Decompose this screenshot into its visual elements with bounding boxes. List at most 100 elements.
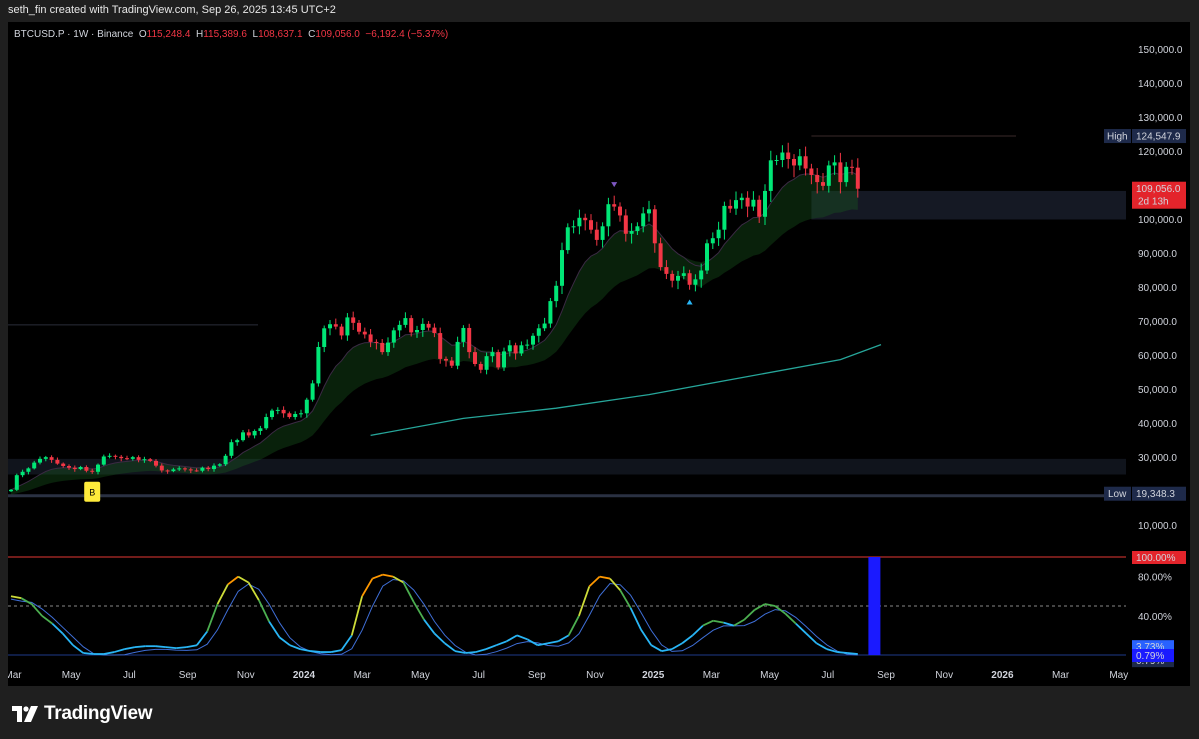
candle-body xyxy=(310,383,315,400)
time-tick-label: Mar xyxy=(354,670,372,681)
candle-body xyxy=(357,322,361,332)
candle-body xyxy=(606,204,611,227)
candle-body xyxy=(432,327,437,334)
price-tick-label: 30,000.0 xyxy=(1138,453,1177,464)
candle-body xyxy=(43,457,48,459)
price-tick-label: 150,000.0 xyxy=(1138,45,1183,56)
candle-body xyxy=(217,464,222,466)
candle-body xyxy=(362,331,367,335)
candle-body xyxy=(850,166,854,168)
low-value: 108,637.1 xyxy=(258,29,303,40)
bar-countdown: 2d 13h xyxy=(1138,197,1169,208)
osc-k-segment xyxy=(176,646,187,650)
candle-body xyxy=(241,432,245,441)
candle-body xyxy=(803,156,808,169)
candle-body xyxy=(699,270,704,280)
time-tick-label: May xyxy=(411,670,430,681)
candle-body xyxy=(461,327,466,342)
symbol-legend[interactable]: BTCUSD.P · 1W · Binance O115,248.4 H115,… xyxy=(14,29,448,40)
candle-body xyxy=(600,226,605,240)
candle-body xyxy=(426,323,431,328)
osc-k-segment xyxy=(83,652,94,655)
candle-body xyxy=(14,475,19,490)
high-value: 115,389.6 xyxy=(203,29,247,40)
candle-body xyxy=(444,358,448,361)
candle-body xyxy=(832,162,837,166)
osc-scale-label: 80.00% xyxy=(1138,573,1172,584)
candle-body xyxy=(774,160,779,161)
low-tag-label: Low xyxy=(1108,489,1127,500)
candle-body xyxy=(577,217,582,227)
candle-body xyxy=(768,160,773,191)
buy-signal-label: B xyxy=(89,488,95,498)
candle-body xyxy=(641,213,646,227)
price-tick-label: 70,000.0 xyxy=(1138,317,1177,328)
time-tick-label: Sep xyxy=(528,670,546,681)
candle-body xyxy=(502,351,506,368)
candle-body xyxy=(281,409,286,414)
candle-body xyxy=(322,328,327,347)
time-tick-label: May xyxy=(62,670,81,681)
candle-body xyxy=(136,457,141,460)
candle-body xyxy=(542,323,547,329)
candle-body xyxy=(328,324,332,329)
candle-body xyxy=(148,459,153,461)
candle-body xyxy=(629,231,634,234)
candle-body xyxy=(745,197,750,207)
resistance-zone xyxy=(811,190,1126,220)
price-tick-label: 130,000.0 xyxy=(1138,113,1183,124)
tradingview-logo-icon xyxy=(12,706,38,722)
time-tick-label: 2026 xyxy=(991,670,1014,681)
last-price-value: 109,056.0 xyxy=(1136,184,1181,195)
candle-body xyxy=(722,205,727,230)
candle-body xyxy=(101,456,106,465)
candle-body xyxy=(183,468,187,470)
candle-body xyxy=(536,328,541,336)
candle-body xyxy=(386,342,390,353)
candle-body xyxy=(90,470,95,472)
price-tick-label: 80,000.0 xyxy=(1138,283,1177,294)
chart-panel[interactable]: B 150,000.0 140,000.0 130,000.0 120,000.0 11… xyxy=(8,22,1190,686)
candle-body xyxy=(565,227,570,251)
price-tick-label: 60,000.0 xyxy=(1138,351,1177,362)
price-tick-label: 140,000.0 xyxy=(1138,79,1183,90)
candle-body xyxy=(438,333,443,359)
candle-body xyxy=(786,152,791,159)
time-tick-label: 2025 xyxy=(642,670,665,681)
candle-body xyxy=(739,197,744,201)
candle-body xyxy=(125,458,129,460)
candle-body xyxy=(194,470,199,472)
candle-body xyxy=(844,166,849,183)
open-label: O xyxy=(138,29,147,40)
candle-body xyxy=(333,324,338,327)
osc-k-segment xyxy=(165,646,177,650)
price-tick-label: 50,000.0 xyxy=(1138,385,1177,396)
candle-body xyxy=(821,182,825,186)
high-tag-label: High xyxy=(1107,132,1128,143)
tradingview-logo[interactable]: TradingView xyxy=(12,703,153,725)
time-tick-label: Mar xyxy=(8,670,22,681)
brand-name: TradingView xyxy=(44,703,153,724)
candle-body xyxy=(119,456,124,459)
candle-body xyxy=(107,455,112,457)
candle-body xyxy=(229,442,234,456)
candle-body xyxy=(252,430,257,436)
candle-body xyxy=(507,345,512,352)
candle-body xyxy=(815,174,820,183)
candle-body xyxy=(61,463,66,466)
candle-body xyxy=(49,457,54,460)
osc-bar-value: 0.79% xyxy=(1136,651,1164,662)
candle-body xyxy=(206,467,211,470)
candle-body xyxy=(676,275,680,281)
candle-body xyxy=(693,279,698,285)
time-tick-label: Nov xyxy=(237,670,255,681)
candle-body xyxy=(397,324,402,331)
open-value: 115,248.4 xyxy=(146,29,191,40)
chart-canvas[interactable]: B 150,000.0 140,000.0 130,000.0 120,000.0 11… xyxy=(8,22,1190,686)
candle-body xyxy=(391,330,396,343)
candle-body xyxy=(751,199,756,207)
low-value: 19,348.3 xyxy=(1136,489,1175,500)
candle-body xyxy=(826,165,831,186)
osc-scale-label: 100.00% xyxy=(1136,553,1176,564)
candle-body xyxy=(496,352,501,368)
